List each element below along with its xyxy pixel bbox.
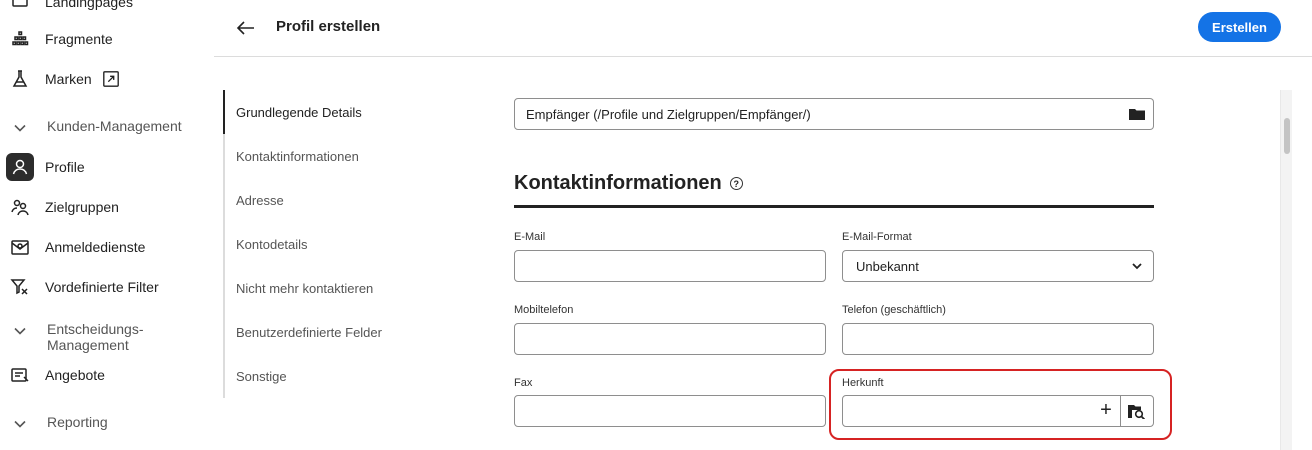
section-navigation: Grundlegende Details Kontaktinformatione…	[223, 90, 423, 398]
section-heading: Kontaktinformationen ?	[514, 172, 743, 195]
folder-path-input[interactable]: Empfänger (/Profile und Zielgruppen/Empf…	[514, 98, 1121, 130]
nav-item-fragmente[interactable]: Fragmente	[6, 23, 210, 55]
external-link-icon[interactable]	[102, 70, 120, 88]
section-link-sonstige[interactable]: Sonstige	[236, 369, 287, 384]
section-link-kontodetails[interactable]: Kontodetails	[236, 237, 308, 252]
email-format-value: Unbekannt	[856, 258, 919, 274]
email-format-select[interactable]: Unbekannt	[842, 250, 1154, 282]
nav-item-marken[interactable]: Marken	[6, 63, 210, 95]
nav-item-label: Zielgruppen	[45, 199, 119, 215]
nav-section-entscheidungs-management[interactable]: Entscheidungs- Management	[10, 321, 144, 353]
audience-icon	[6, 193, 34, 221]
section-link-grundlegende-details[interactable]: Grundlegende Details	[236, 105, 362, 120]
nav-item-label: Vordefinierte Filter	[45, 279, 159, 295]
section-divider	[514, 205, 1154, 208]
folder-icon	[1128, 109, 1145, 120]
chevron-down-icon	[10, 118, 30, 138]
mobile-field[interactable]	[514, 323, 826, 355]
section-link-adresse[interactable]: Adresse	[236, 193, 284, 208]
nav-item-label: Marken	[45, 71, 92, 87]
filter-icon	[6, 273, 34, 301]
nav-item-vordefinierte-filter[interactable]: Vordefinierte Filter	[6, 271, 210, 303]
fax-field[interactable]	[514, 395, 826, 427]
left-navigation: Landingpages Fragmente Marken Kunden-Man…	[0, 0, 214, 450]
email-field[interactable]	[514, 250, 826, 282]
nav-section-reporting[interactable]: Reporting	[10, 414, 108, 434]
page-header: Profil erstellen Erstellen	[214, 0, 1312, 57]
nav-item-landingpages[interactable]: Landingpages	[6, 0, 210, 18]
nav-item-label: Angebote	[45, 367, 105, 383]
active-section-indicator	[223, 90, 225, 134]
nav-section-label: Entscheidungs- Management	[47, 321, 144, 353]
arrow-left-icon	[236, 21, 254, 35]
create-button[interactable]: Erstellen	[1198, 12, 1281, 42]
add-origin-button[interactable]: +	[1097, 399, 1115, 421]
nav-item-label: Fragmente	[45, 31, 113, 47]
brand-flask-icon	[6, 65, 34, 93]
fragment-icon	[6, 25, 34, 53]
folder-picker-button[interactable]	[1120, 98, 1154, 130]
nav-section-label: Reporting	[47, 414, 108, 430]
email-label: E-Mail	[514, 231, 546, 243]
scrollbar-thumb[interactable]	[1284, 118, 1290, 154]
folder-search-icon	[1128, 405, 1146, 419]
nav-item-profile[interactable]: Profile	[6, 151, 210, 183]
origin-field[interactable]	[842, 395, 1121, 427]
section-heading-text: Kontaktinformationen	[514, 172, 722, 194]
landing-page-icon	[6, 0, 34, 16]
offer-icon	[6, 361, 34, 389]
fax-label: Fax	[514, 377, 533, 389]
mobile-label: Mobiltelefon	[514, 304, 574, 316]
nav-section-label: Kunden-Management	[47, 118, 182, 134]
section-link-benutzerdefinierte-felder[interactable]: Benutzerdefinierte Felder	[236, 325, 382, 340]
subscription-icon	[6, 233, 34, 261]
scrollbar[interactable]	[1280, 90, 1292, 450]
chevron-down-icon	[10, 414, 30, 434]
origin-label: Herkunft	[842, 377, 884, 389]
nav-section-kunden-management[interactable]: Kunden-Management	[10, 118, 182, 138]
page-title: Profil erstellen	[276, 18, 381, 35]
nav-item-label: Landingpages	[45, 0, 133, 10]
section-link-nicht-mehr-kontaktieren[interactable]: Nicht mehr kontaktieren	[236, 281, 373, 296]
business-phone-field[interactable]	[842, 323, 1154, 355]
chevron-down-icon	[1131, 260, 1143, 272]
help-icon[interactable]: ?	[729, 177, 743, 190]
business-phone-label: Telefon (geschäftlich)	[842, 304, 946, 316]
nav-item-angebote[interactable]: Angebote	[6, 359, 210, 391]
nav-item-zielgruppen[interactable]: Zielgruppen	[6, 191, 210, 223]
origin-browse-button[interactable]	[1120, 395, 1154, 427]
back-button[interactable]	[234, 16, 258, 40]
chevron-down-icon	[10, 321, 30, 341]
nav-item-label: Anmeldedienste	[45, 239, 146, 255]
user-icon	[6, 153, 34, 181]
email-format-label: E-Mail-Format	[842, 231, 912, 243]
nav-item-label: Profile	[45, 159, 85, 175]
section-link-kontaktinformationen[interactable]: Kontaktinformationen	[236, 149, 359, 164]
nav-item-anmeldedienste[interactable]: Anmeldedienste	[6, 231, 210, 263]
